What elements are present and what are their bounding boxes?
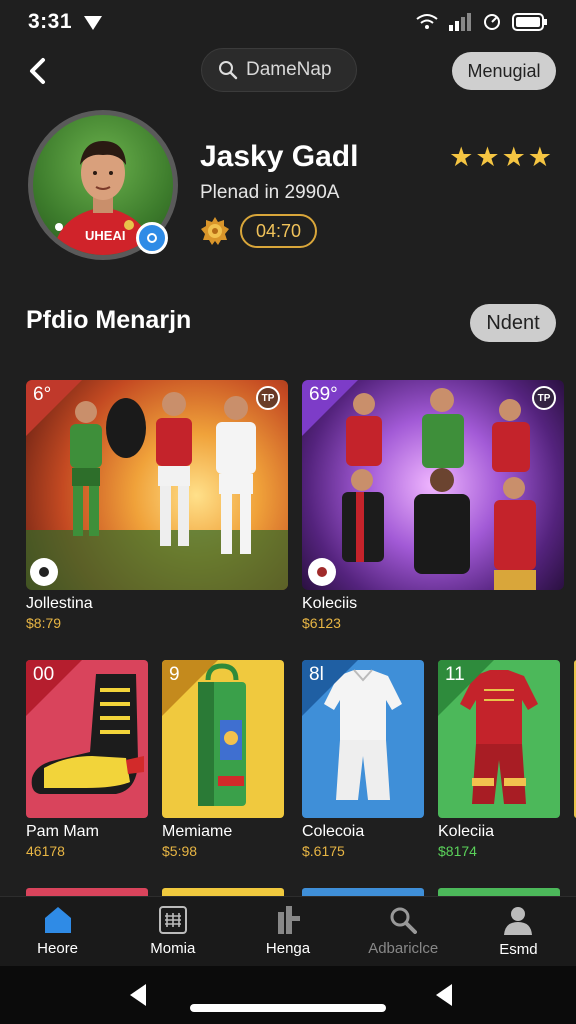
battery-icon	[512, 13, 547, 31]
person-icon	[504, 907, 533, 935]
nav-label: Henga	[265, 940, 311, 957]
bar-icon	[278, 906, 300, 934]
nav-label: Momia	[150, 940, 196, 957]
item-title: Memiame	[162, 823, 233, 840]
nav-profile[interactable]: Esmd	[461, 897, 576, 966]
row-peek	[302, 888, 424, 896]
nav-label: Adbariclce	[368, 940, 439, 957]
featured-image: 6° TP	[26, 380, 288, 590]
card-title: Jollestina	[26, 595, 93, 612]
home-gesture-bar[interactable]	[190, 1004, 386, 1012]
row-peek	[162, 888, 284, 896]
nav-henga[interactable]: Henga	[230, 897, 345, 966]
back-triangle-icon[interactable]	[130, 984, 146, 1006]
nav-label: Heore	[37, 940, 79, 957]
card-price: $6123	[302, 615, 341, 631]
jersey-text: UHEAI	[85, 228, 125, 243]
item-card[interactable]: 00 Pam Mam 46178	[26, 660, 148, 859]
badge-number: 8l	[309, 664, 324, 685]
item-price: $.6175	[302, 843, 345, 859]
status-time: 3:31	[28, 10, 73, 33]
items-row: 00 Pam Mam 46178 9 Memiame $5:98 8l Cole…	[26, 660, 576, 870]
badge-row: 04:70	[200, 214, 318, 248]
menu-button[interactable]: Menugial	[452, 52, 556, 90]
featured-image: 69° TP	[302, 380, 564, 590]
rating-stars: ★ ★ ★ ★	[449, 144, 552, 171]
badge-number: 11	[445, 664, 465, 685]
badge-number: 00	[33, 664, 55, 685]
featured-row: 6° TP Jollestina $8:79 69° TP Koleciis $…	[26, 380, 566, 631]
item-image: 9	[162, 660, 284, 818]
item-card[interactable]: 11 Koleciia $8174	[438, 660, 560, 859]
search-icon	[219, 61, 238, 80]
tag-icon: TP	[256, 386, 280, 410]
top-bar: DameNap Menugial	[0, 48, 576, 94]
item-title: Koleciia	[438, 823, 495, 840]
card-price: $8:79	[26, 615, 62, 631]
system-nav-bar	[0, 966, 576, 1024]
row-peek	[438, 888, 560, 896]
star-icon: ★	[475, 142, 500, 172]
row-peek	[26, 888, 148, 896]
item-card[interactable]: 8l Colecoia $.6175	[302, 660, 424, 859]
search-button[interactable]: DameNap	[201, 48, 357, 92]
featured-card[interactable]: 69° TP Koleciis $6123	[302, 380, 564, 631]
card-title: Koleciis	[302, 595, 358, 612]
item-title: Colecoia	[302, 823, 365, 840]
chevron-left-icon	[30, 58, 45, 84]
badge-number: 69°	[309, 384, 338, 405]
featured-card[interactable]: 6° TP Jollestina $8:79	[26, 380, 288, 631]
star-icon: ★	[527, 142, 552, 172]
status-bar: 3:31	[0, 0, 576, 44]
sync-icon	[484, 14, 500, 30]
item-price: $5:98	[162, 843, 198, 859]
check-icon	[147, 233, 157, 243]
item-title: Pam Mam	[26, 823, 99, 840]
search-icon	[390, 907, 418, 934]
nav-home[interactable]: Heore	[0, 897, 115, 966]
nav-search[interactable]: Adbariclce	[346, 897, 461, 966]
verified-badge	[136, 222, 168, 254]
item-price: $8174	[438, 843, 477, 859]
bottom-nav: Heore Momia Henga Adbariclce Esmd	[0, 896, 576, 966]
nav-label: Esmd	[499, 941, 538, 958]
star-icon: ★	[449, 142, 474, 172]
profile-name: Jasky Gadl	[200, 140, 359, 173]
search-label: DameNap	[246, 59, 332, 80]
item-price: 46178	[26, 843, 65, 859]
section-header: Pfdio Menarjn Ndent	[26, 304, 556, 344]
nav-media[interactable]: Momia	[115, 897, 230, 966]
score-badge[interactable]: 04:70	[240, 214, 318, 248]
item-image: 00	[26, 660, 148, 818]
profile-header: UHEAI Jasky Gadl Plenad in 2990A ★ ★ ★ ★…	[28, 110, 558, 270]
home-icon	[44, 907, 71, 933]
item-image: 11	[438, 660, 560, 818]
recent-triangle-icon[interactable]	[436, 984, 452, 1006]
star-icon: ★	[501, 142, 526, 172]
wifi-icon	[416, 14, 438, 29]
location-icon	[84, 16, 103, 30]
badge-number: 9	[169, 664, 180, 685]
medal-icon	[201, 217, 229, 245]
badge-number: 6°	[33, 384, 52, 405]
section-title: Pfdio Menarjn	[26, 306, 192, 334]
grid-icon	[158, 906, 187, 934]
profile-subtitle: Plenad in 2990A	[200, 182, 340, 203]
next-button[interactable]: Ndent	[470, 304, 556, 342]
signal-icon	[449, 13, 471, 31]
item-card[interactable]: 9 Memiame $5:98	[162, 660, 284, 859]
back-button[interactable]	[20, 54, 54, 88]
tag-icon: TP	[532, 386, 556, 410]
item-image: 8l	[302, 660, 424, 818]
